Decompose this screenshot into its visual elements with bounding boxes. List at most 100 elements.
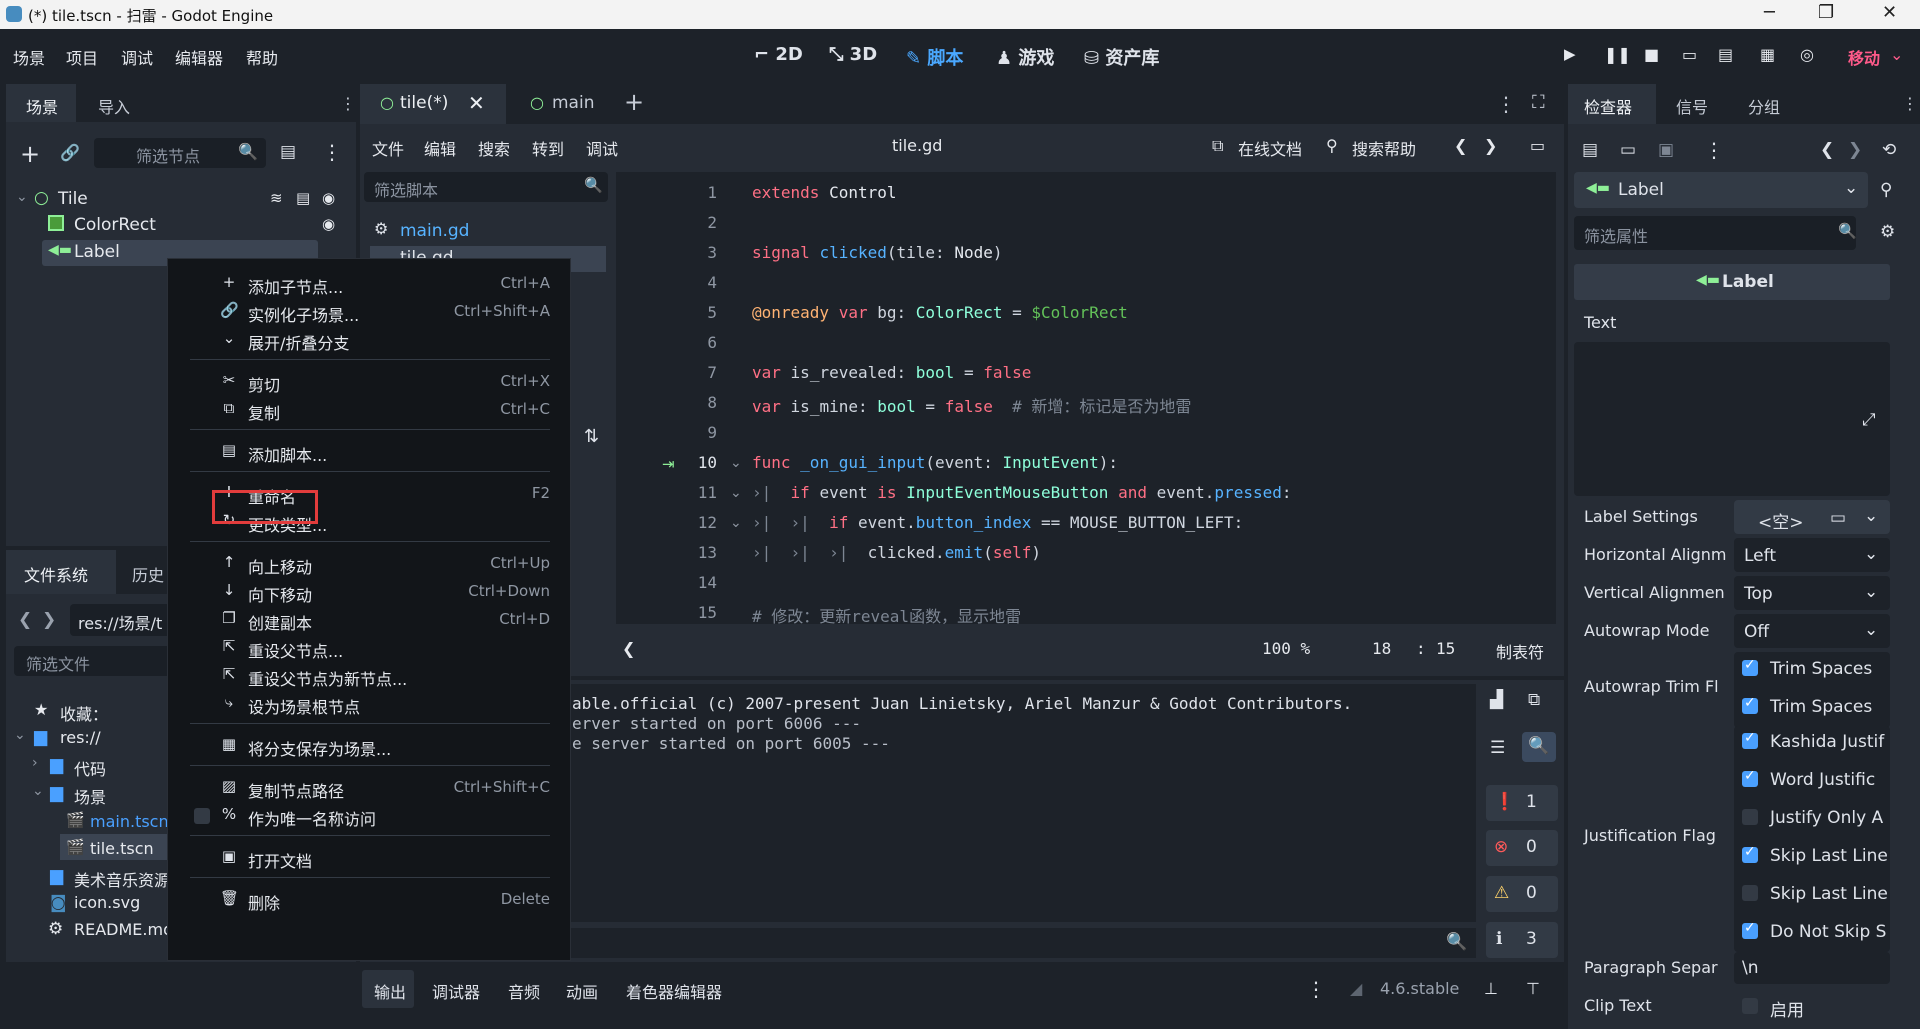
new-resource-icon[interactable]: ▤ (1582, 140, 1598, 160)
tab-output[interactable]: 输出 (374, 979, 406, 1003)
script-menu-goto[interactable]: 转到 (532, 136, 564, 160)
more-icon[interactable]: ⋮ (1496, 92, 1516, 116)
forward-arrow-icon[interactable]: ❯ (1484, 136, 1497, 155)
script-menu-file[interactable]: 文件 (372, 136, 404, 160)
unique-name-checkbox[interactable] (194, 808, 210, 824)
script-menu-search[interactable]: 搜索 (478, 136, 510, 160)
indent-mode[interactable]: 制表符 (1496, 639, 1544, 663)
toggle-panel-icon[interactable]: ▭ (1530, 136, 1545, 155)
sort-icon[interactable]: ⇅ (584, 426, 599, 447)
menu-item-duplicate[interactable]: ❐ 创建副本 Ctrl+D (168, 606, 572, 634)
close-icon[interactable]: ✕ (1882, 2, 1897, 23)
copy-output-icon[interactable]: ⧉ (1528, 690, 1540, 710)
minimap[interactable] (1444, 172, 1544, 252)
fs-folder-code[interactable]: 代码 (74, 756, 106, 780)
forward-arrow-icon[interactable]: ❯ (1848, 140, 1862, 160)
clear-output-icon[interactable]: ▟ (1490, 690, 1503, 710)
menu-item-delete[interactable]: 🗑 删除 Delete (168, 886, 572, 914)
expand-arrow-icon[interactable]: › (32, 755, 38, 771)
tree-node-colorrect[interactable]: ColorRect (74, 215, 156, 235)
tab-inspector[interactable]: 检查器 (1568, 84, 1656, 124)
search-help-button[interactable]: 搜索帮助 (1352, 136, 1416, 160)
menu-item-make-scene-root[interactable]: ⤷ 设为场景根节点 (168, 690, 572, 718)
node-info-icon[interactable]: ⚲ (1880, 180, 1892, 200)
menu-item-save-branch-as-scene[interactable]: ▦ 将分支保存为场景... (168, 732, 572, 760)
pin-icon[interactable]: ⊥ (1484, 979, 1498, 998)
menu-scene[interactable]: 场景 (13, 45, 45, 69)
fs-file-icon-svg[interactable]: icon.svg (74, 893, 140, 912)
word-justify-checkbox[interactable] (1742, 768, 1758, 787)
do-not-skip-checkbox[interactable] (1742, 920, 1758, 939)
tab-main-scene[interactable]: main (552, 93, 594, 113)
tab-import[interactable]: 导入 (98, 94, 130, 118)
menu-item-reparent[interactable]: ⇱ 重设父节点... (168, 634, 572, 662)
menu-item-access-as-unique-name[interactable]: % 作为唯一名称访问 (168, 802, 572, 830)
renderer-button[interactable]: 移动 (1848, 45, 1880, 69)
back-arrow-icon[interactable]: ❮ (1454, 136, 1467, 155)
history-icon[interactable]: ⟲ (1882, 140, 1896, 160)
toggle-scripts-panel-icon[interactable]: ❮ (622, 639, 635, 658)
fold-arrow-icon[interactable]: ⌄ (730, 485, 742, 501)
pause-icon[interactable]: ❚❚ (1604, 45, 1631, 64)
skip-last-line-visible-checkbox[interactable] (1742, 885, 1758, 901)
tab-filesystem[interactable]: 文件系统 (6, 550, 116, 594)
stop-icon[interactable]: ■ (1644, 45, 1659, 64)
path-field[interactable]: res://场景/t (70, 604, 180, 636)
script-item-main[interactable]: main.gd (400, 221, 469, 241)
maximize-icon[interactable]: ❐ (1818, 2, 1834, 23)
expand-panel-icon[interactable]: ⊤ (1526, 979, 1540, 998)
zoom-level[interactable]: 100 % (1262, 639, 1310, 658)
paragraph-separator-input[interactable]: \n (1734, 952, 1890, 984)
kashida-checkbox[interactable] (1742, 730, 1758, 749)
minimize-icon[interactable]: ─ (1764, 2, 1775, 23)
close-tab-icon[interactable]: ✕ (468, 91, 485, 115)
mode-game-button[interactable]: ♟ 游戏 (996, 44, 1054, 70)
mode-3d-button[interactable]: ⤡ 3D (829, 44, 877, 65)
text-property-editor[interactable] (1574, 342, 1890, 496)
fs-folder-art[interactable]: 美术音乐资源 (74, 867, 170, 891)
menu-item-add-script[interactable]: ▤ 添加脚本... (168, 438, 572, 466)
menu-item-reparent-to-new-node[interactable]: ⇱ 重设父节点为新节点... (168, 662, 572, 690)
fold-arrow-icon[interactable]: ⌄ (730, 455, 742, 471)
tab-audio[interactable]: 音频 (508, 979, 540, 1003)
menu-item-move-down[interactable]: ↓ 向下移动 Ctrl+Down (168, 578, 572, 606)
menu-item-add-child-node[interactable]: + 添加子节点... Ctrl+A (168, 270, 572, 298)
filter-search-button[interactable]: 🔍 (1522, 732, 1556, 762)
chevron-down-icon[interactable]: ⌄ (1864, 506, 1878, 526)
dock-menu-icon[interactable]: ⋮ (340, 94, 356, 113)
mode-assetlib-button[interactable]: ⛁ 资产库 (1084, 44, 1159, 70)
play-scene-icon[interactable]: ▤ (1718, 45, 1733, 64)
trim-spaces-checkbox-2[interactable] (1742, 695, 1758, 714)
fs-file-readme[interactable]: README.md (74, 920, 173, 939)
online-docs-button[interactable]: 在线文档 (1238, 136, 1302, 160)
tab-debugger[interactable]: 调试器 (432, 979, 480, 1003)
script-icon[interactable]: ▤ (296, 189, 310, 207)
new-tab-icon[interactable]: + (624, 88, 644, 116)
signal-icon[interactable]: ≋ (270, 189, 283, 207)
menu-editor[interactable]: 编辑器 (175, 45, 223, 69)
script-filter-input[interactable]: 筛选脚本 (364, 172, 608, 202)
expand-editor-icon[interactable]: ⤢ (1862, 410, 1876, 430)
back-arrow-icon[interactable]: ❮ (1820, 140, 1834, 160)
filter-settings-icon[interactable]: ⚙ (1880, 222, 1895, 242)
menu-help[interactable]: 帮助 (246, 45, 278, 69)
play-custom-scene-icon[interactable]: ▦ (1760, 45, 1775, 64)
menu-item-open-documentation[interactable]: ▣ 打开文档 (168, 844, 572, 872)
tree-node-tile[interactable]: Tile (58, 189, 88, 209)
menu-item-move-up[interactable]: ↑ 向上移动 Ctrl+Up (168, 550, 572, 578)
add-node-icon[interactable]: + (20, 140, 40, 168)
menu-item-copy[interactable]: ⧉ 复制 Ctrl+C (168, 396, 572, 424)
fs-folder-scenes[interactable]: 场景 (74, 784, 106, 808)
tab-shader-editor[interactable]: 着色器编辑器 (626, 979, 722, 1003)
fs-root[interactable]: res:// (60, 728, 101, 747)
visibility-eye-icon[interactable]: ◉ (322, 189, 335, 207)
property-filter-input[interactable]: 筛选属性 (1574, 216, 1856, 250)
tab-animation[interactable]: 动画 (566, 979, 598, 1003)
fold-arrow-icon[interactable]: ⌄ (730, 515, 742, 531)
collapse-arrow-icon[interactable]: ⌄ (14, 727, 26, 743)
attach-script-icon[interactable]: ▤ (280, 142, 296, 162)
collapse-arrow-icon[interactable]: ⌄ (32, 783, 44, 799)
more-icon[interactable]: ⋮ (322, 140, 342, 164)
link-icon[interactable]: 🔗 (60, 143, 80, 162)
tree-node-label[interactable]: Label (74, 242, 120, 262)
